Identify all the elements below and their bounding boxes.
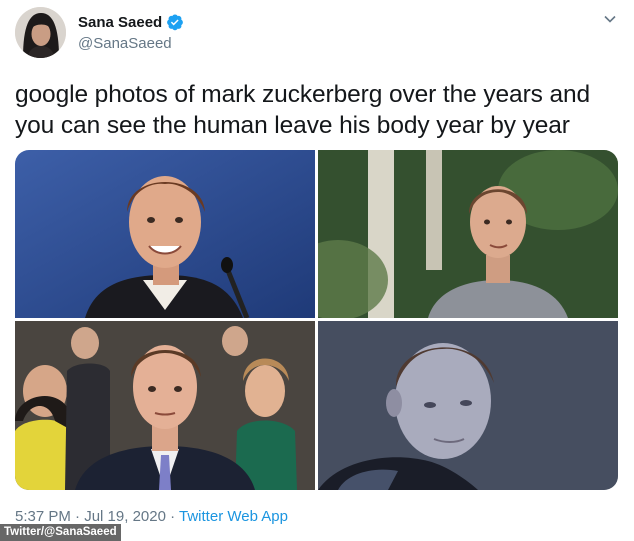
tweet-text-line-1: google photos of mark zuckerberg over th… (15, 81, 591, 108)
image-watermark: Twitter/@SanaSaeed (0, 524, 121, 541)
tweet-photo-1[interactable] (15, 150, 315, 318)
tweet-card: Sana Saeed @SanaSaeed google photos of m… (0, 0, 634, 541)
verified-badge-icon (166, 13, 184, 31)
chevron-down-icon[interactable] (603, 12, 617, 26)
tweet-text: google photos of mark zuckerberg over th… (15, 79, 615, 141)
tweet-metadata: 5:37 PM · Jul 19, 2020 · Twitter Web App (15, 508, 288, 525)
tweet-source-link[interactable]: Twitter Web App (179, 508, 288, 525)
tweet-text-line-2: you can see the human leave his body yea… (15, 112, 570, 139)
tweet-photo-4[interactable] (318, 321, 618, 490)
meta-separator-2: · (165, 508, 180, 525)
author-handle[interactable]: @SanaSaeed (78, 35, 172, 52)
meta-separator-1: · (70, 508, 85, 525)
tweet-photo-2[interactable] (318, 150, 618, 318)
avatar[interactable] (15, 7, 66, 58)
author-name-row[interactable]: Sana Saeed (78, 13, 184, 31)
photo-grid (15, 150, 618, 490)
tweet-time[interactable]: 5:37 PM (15, 508, 71, 525)
author-display-name[interactable]: Sana Saeed (78, 14, 162, 31)
tweet-photo-3[interactable] (15, 321, 315, 490)
tweet-date[interactable]: Jul 19, 2020 (84, 508, 166, 525)
